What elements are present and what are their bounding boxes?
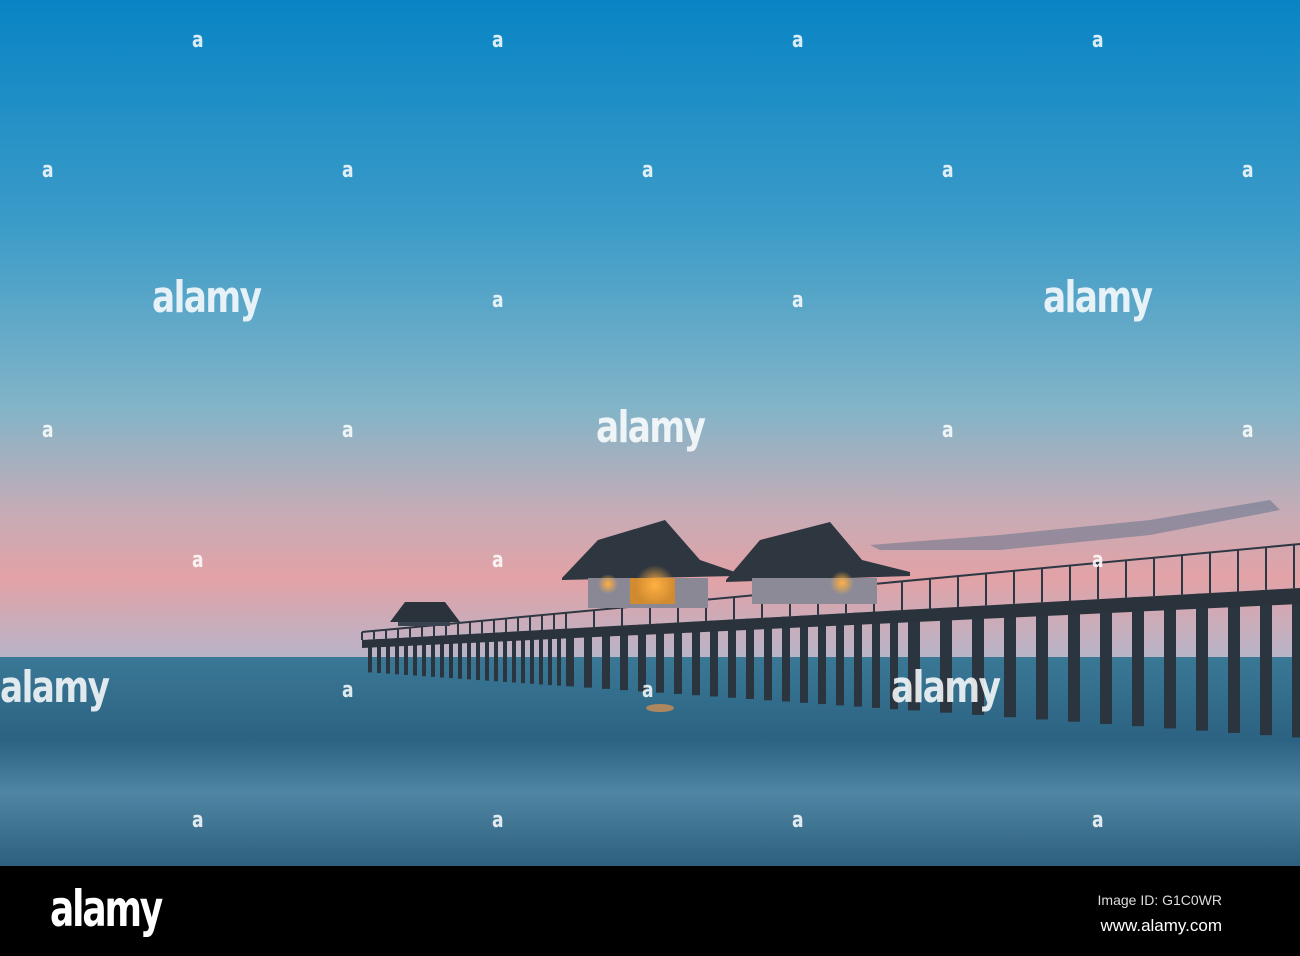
- piling: [692, 621, 700, 696]
- watermark-mark: a: [642, 158, 654, 183]
- piling: [728, 619, 736, 698]
- watermark-logo: alamy: [152, 272, 262, 323]
- watermark-mark: a: [1242, 158, 1254, 183]
- watermark-mark: a: [1092, 28, 1104, 53]
- watermark-mark: a: [792, 808, 804, 833]
- watermark-logo: alamy: [596, 402, 706, 453]
- watermark-mark: a: [792, 28, 804, 53]
- piling: [1292, 588, 1300, 738]
- piling: [1100, 599, 1112, 724]
- piling: [1036, 602, 1048, 720]
- alamy-logo[interactable]: alamy: [50, 880, 163, 938]
- piling: [1068, 600, 1080, 722]
- piling: [1196, 593, 1208, 731]
- watermark-mark: a: [792, 288, 804, 313]
- image-id: Image ID: G1C0WR: [1097, 892, 1222, 908]
- watermark-mark: a: [192, 548, 204, 573]
- watermark-logo: alamy: [1043, 272, 1153, 323]
- watermark-mark: a: [42, 158, 54, 183]
- piling: [1260, 590, 1272, 736]
- piling: [782, 616, 790, 702]
- piling: [746, 618, 754, 700]
- piling: [1132, 597, 1144, 727]
- watermark-mark: a: [1092, 548, 1104, 573]
- footer-bar: alamy Image ID: G1C0WR www.alamy.com: [0, 866, 1300, 956]
- piling: [836, 613, 844, 706]
- piling: [674, 622, 682, 694]
- watermark-mark: a: [192, 28, 204, 53]
- stock-photo-page: alamy alamy alamy alamy alamy a a a a a a a a a a…: [0, 0, 1300, 956]
- piling: [872, 611, 880, 708]
- watermark-logo: alamy: [891, 662, 1001, 713]
- piling: [764, 617, 772, 701]
- watermark-mark: a: [492, 28, 504, 53]
- watermark-mark: a: [492, 288, 504, 313]
- watermark-mark: a: [342, 678, 354, 703]
- piling: [1164, 595, 1176, 729]
- watermark-mark: a: [492, 548, 504, 573]
- light-reflection: [646, 704, 674, 712]
- site-url[interactable]: www.alamy.com: [1100, 916, 1222, 936]
- watermark-mark: a: [942, 418, 954, 443]
- watermark-mark: a: [1242, 418, 1254, 443]
- piling: [818, 614, 826, 705]
- watermark-mark: a: [1092, 808, 1104, 833]
- watermark-mark: a: [42, 418, 54, 443]
- piling: [800, 615, 808, 703]
- watermark-mark: a: [942, 158, 954, 183]
- piling: [854, 612, 862, 707]
- piling: [710, 620, 718, 697]
- piling: [1004, 604, 1016, 718]
- watermark-mark: a: [192, 808, 204, 833]
- watermark-mark: a: [642, 678, 654, 703]
- watermark-mark: a: [342, 158, 354, 183]
- piling: [1228, 591, 1240, 733]
- watermark-logo: alamy: [0, 662, 110, 713]
- watermark-mark: a: [492, 808, 504, 833]
- watermark-mark: a: [342, 418, 354, 443]
